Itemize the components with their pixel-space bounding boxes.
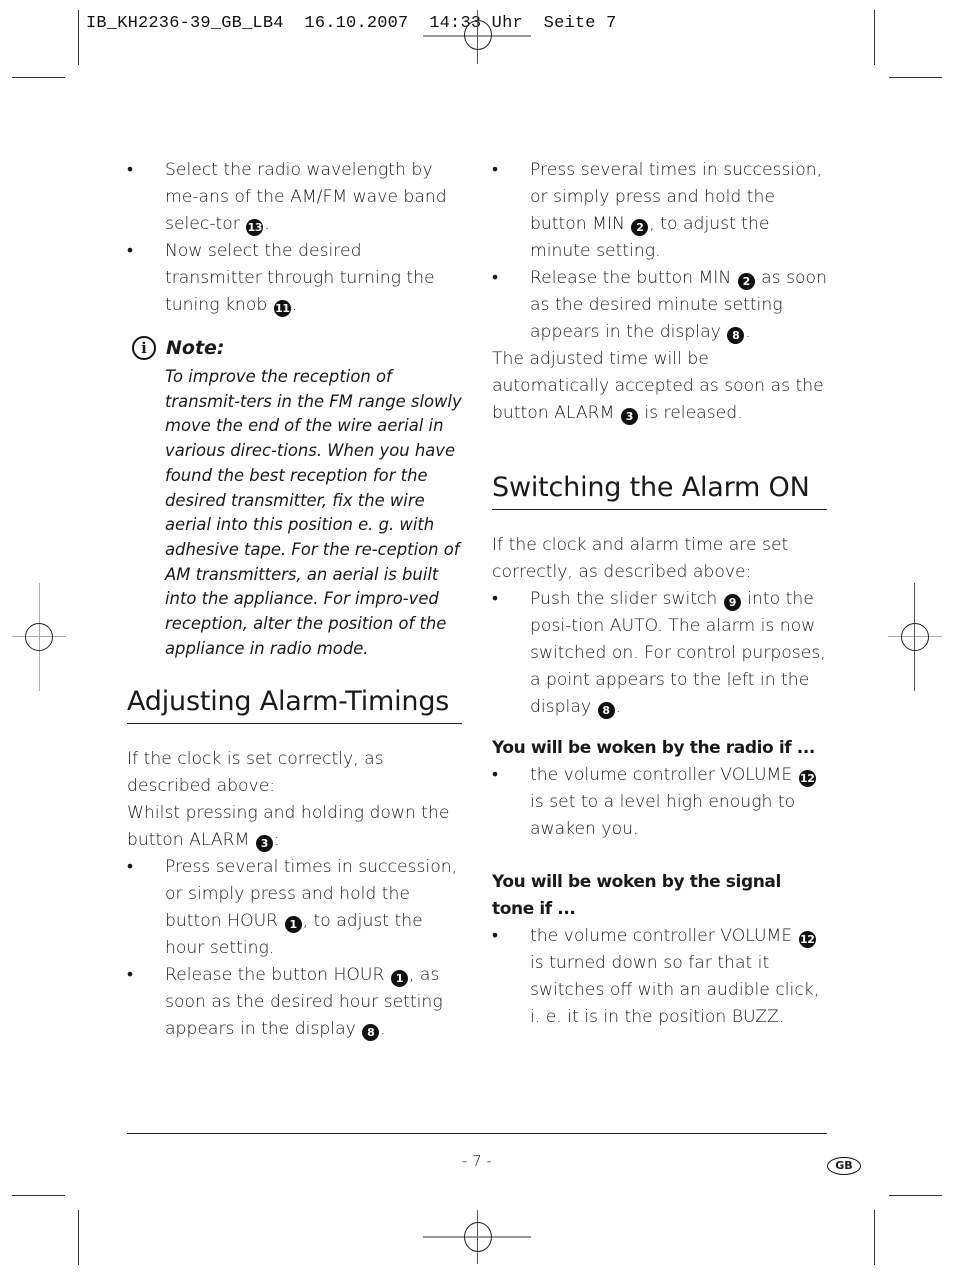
list-item: Press several times in succession, or si… <box>127 854 462 962</box>
list-item: Now select the desired transmitter throu… <box>127 238 462 319</box>
footer-rule <box>127 1133 827 1134</box>
bullet-text: Now select the desired transmitter throu… <box>165 241 435 315</box>
reference-number-icon: 2 <box>631 219 649 236</box>
paragraph: If the clock is set correctly, as descri… <box>127 749 384 797</box>
list-item: the volume controller VOLUME 12 is set t… <box>492 762 827 843</box>
right-column: Press several times in succession, or si… <box>492 157 827 1031</box>
print-slug: IB_KH2236-39_GB_LB4 16.10.2007 14:33 Uhr… <box>86 14 617 33</box>
paragraph: Whilst pressing and holding down the but… <box>127 800 462 854</box>
list-item: Select the radio wavelength by me-ans of… <box>127 157 462 238</box>
reference-number-icon: 12 <box>798 770 816 787</box>
reference-number-icon: 1 <box>284 916 302 934</box>
crop-mark <box>12 1195 65 1196</box>
note-header: i Note: <box>127 331 462 365</box>
reference-number-icon: 8 <box>362 1024 380 1042</box>
reference-number-icon: 11 <box>273 300 291 317</box>
list-item: the volume controller VOLUME 12 is turne… <box>492 923 827 1031</box>
bullet-text: Select the radio wavelength by me-ans of… <box>165 160 447 234</box>
bullet-text: is turned down so far that it switches o… <box>530 953 820 1027</box>
reference-number-icon: 3 <box>255 835 273 853</box>
crop-mark <box>889 77 942 78</box>
punctuation: : <box>273 830 280 851</box>
reference-number-icon: 12 <box>798 931 816 948</box>
reference-number-icon: 2 <box>737 273 755 290</box>
bullet-text: the volume controller VOLUME <box>530 926 798 946</box>
language-badge: GB <box>827 1157 861 1175</box>
left-column: Select the radio wavelength by me-ans of… <box>127 157 462 1043</box>
bullet-text: Push the slider switch <box>530 589 723 609</box>
punctuation: . <box>615 697 621 717</box>
list-item: Release the button HOUR 1, as soon as th… <box>127 962 462 1043</box>
crop-mark <box>12 77 65 78</box>
section-heading: Switching the Alarm ON <box>492 471 827 510</box>
crop-mark <box>874 1210 875 1265</box>
reference-number-icon: 9 <box>723 594 741 611</box>
punctuation: . <box>264 214 270 234</box>
paragraph-text: is released. <box>638 403 743 423</box>
reference-number-icon: 8 <box>597 702 615 719</box>
bullet-text: Release the button MIN <box>530 268 737 288</box>
section-heading: Adjusting Alarm-Timings <box>127 685 462 725</box>
paragraph: If the clock and alarm time are set corr… <box>492 535 789 582</box>
punctuation: . <box>380 1019 386 1040</box>
note-title: Note: <box>166 336 225 359</box>
paragraph-text: Whilst pressing and holding down the but… <box>127 803 450 851</box>
bullet-text: is set to a level high enough to awaken … <box>530 792 796 839</box>
list-item: Release the button MIN 2 as soon as the … <box>492 265 827 346</box>
reference-number-icon: 8 <box>727 327 745 344</box>
reference-number-icon: 13 <box>246 219 264 236</box>
crop-mark <box>874 10 875 65</box>
reference-number-icon: 1 <box>390 970 408 988</box>
reference-number-icon: 3 <box>620 408 638 425</box>
subheading-signal-tone: You will be woken by the signal tone if … <box>492 872 781 919</box>
subheading-radio: You will be woken by the radio if ... <box>492 738 815 758</box>
paragraph: The adjusted time will be automatically … <box>492 346 827 427</box>
note-body: To improve the reception of transmit-ter… <box>165 367 462 658</box>
page-number: - 7 - <box>462 1152 492 1170</box>
list-item: Press several times in succession, or si… <box>492 157 827 265</box>
bullet-text: Release the button HOUR <box>165 965 390 986</box>
punctuation: . <box>745 322 751 342</box>
crop-mark <box>78 1210 79 1265</box>
info-icon: i <box>132 336 156 360</box>
crop-mark <box>889 1195 942 1196</box>
crop-mark <box>78 10 79 65</box>
punctuation: . <box>291 295 298 315</box>
list-item: Push the slider switch 9 into the posi-t… <box>492 586 827 721</box>
bullet-text: the volume controller VOLUME <box>530 765 798 785</box>
